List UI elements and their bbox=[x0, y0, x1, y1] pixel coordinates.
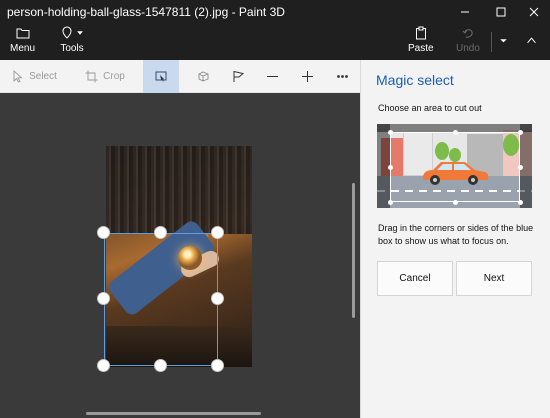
3d-select-tool[interactable] bbox=[188, 60, 218, 93]
clipboard-icon bbox=[415, 26, 426, 40]
paste-label: Paste bbox=[408, 43, 434, 54]
zoom-out-button[interactable] bbox=[258, 60, 286, 93]
horizontal-scrollbar[interactable] bbox=[86, 412, 261, 415]
collapse-ribbon-button[interactable] bbox=[526, 35, 537, 49]
panel-description: Drag in the corners or sides of the blue… bbox=[378, 223, 534, 246]
panel-subtitle: Choose an area to cut out bbox=[378, 103, 482, 113]
chevron-down-icon bbox=[500, 39, 507, 43]
menu-label: Menu bbox=[10, 43, 36, 54]
magic-select-icon bbox=[155, 71, 166, 82]
magic-select-tool[interactable] bbox=[143, 60, 179, 93]
sticker-tool[interactable] bbox=[224, 60, 252, 93]
handle-middle-right[interactable] bbox=[211, 292, 224, 305]
vertical-scrollbar[interactable] bbox=[352, 183, 355, 318]
paste-button[interactable]: Paste bbox=[408, 26, 434, 54]
ellipsis-icon bbox=[336, 75, 348, 78]
panel-title: Magic select bbox=[376, 72, 454, 88]
canvas-area[interactable] bbox=[0, 93, 360, 418]
maximize-icon bbox=[496, 7, 506, 17]
menu-button[interactable]: Menu bbox=[10, 26, 35, 54]
handle-bottom-left[interactable] bbox=[97, 359, 110, 372]
close-button[interactable] bbox=[516, 0, 550, 24]
selection-box[interactable] bbox=[104, 233, 218, 366]
handle-bottom-right[interactable] bbox=[211, 359, 224, 372]
chevron-down-icon bbox=[77, 31, 83, 35]
illustration-selection-box bbox=[390, 132, 520, 202]
maximize-button[interactable] bbox=[483, 0, 519, 24]
flag-icon bbox=[233, 70, 244, 82]
image-background bbox=[106, 146, 252, 234]
magic-select-illustration bbox=[377, 124, 532, 208]
handle-bottom-center[interactable] bbox=[154, 359, 167, 372]
ribbon: Menu Tools Paste Undo bbox=[0, 24, 550, 60]
handle-top-right[interactable] bbox=[211, 226, 224, 239]
minimize-button[interactable] bbox=[447, 0, 483, 24]
folder-icon bbox=[16, 28, 29, 39]
cancel-button[interactable]: Cancel bbox=[377, 261, 453, 296]
undo-button[interactable]: Undo bbox=[456, 26, 480, 54]
select-label: Select bbox=[29, 71, 57, 82]
title-bar: person-holding-ball-glass-1547811 (2).jp… bbox=[0, 0, 550, 24]
select-tool[interactable]: Select bbox=[6, 60, 62, 93]
pointer-icon bbox=[13, 70, 23, 83]
close-icon bbox=[529, 7, 539, 17]
cube-select-icon bbox=[198, 71, 208, 82]
handle-top-center[interactable] bbox=[154, 226, 167, 239]
crop-tool[interactable]: Crop bbox=[80, 60, 130, 93]
crop-icon bbox=[85, 70, 98, 83]
magic-select-panel: Magic select Choose an area to cut out D bbox=[360, 60, 550, 418]
zoom-in-button[interactable] bbox=[293, 60, 321, 93]
minus-icon bbox=[266, 76, 278, 77]
more-options-dropdown[interactable] bbox=[499, 36, 508, 48]
undo-label: Undo bbox=[456, 43, 480, 54]
location-pin-icon bbox=[62, 26, 72, 39]
ribbon-divider bbox=[491, 32, 492, 52]
handle-middle-left[interactable] bbox=[97, 292, 110, 305]
more-button[interactable] bbox=[328, 60, 356, 93]
next-button[interactable]: Next bbox=[456, 261, 532, 296]
minimize-icon bbox=[461, 11, 469, 13]
tool-strip: Select Crop bbox=[0, 60, 360, 93]
tools-button[interactable]: Tools bbox=[60, 26, 84, 54]
plus-icon bbox=[301, 71, 313, 82]
crop-label: Crop bbox=[103, 71, 125, 82]
window-title: person-holding-ball-glass-1547811 (2).jp… bbox=[7, 5, 285, 19]
chevron-up-icon bbox=[527, 37, 536, 44]
handle-top-left[interactable] bbox=[97, 226, 110, 239]
undo-icon bbox=[462, 29, 473, 38]
tools-label: Tools bbox=[60, 43, 84, 54]
